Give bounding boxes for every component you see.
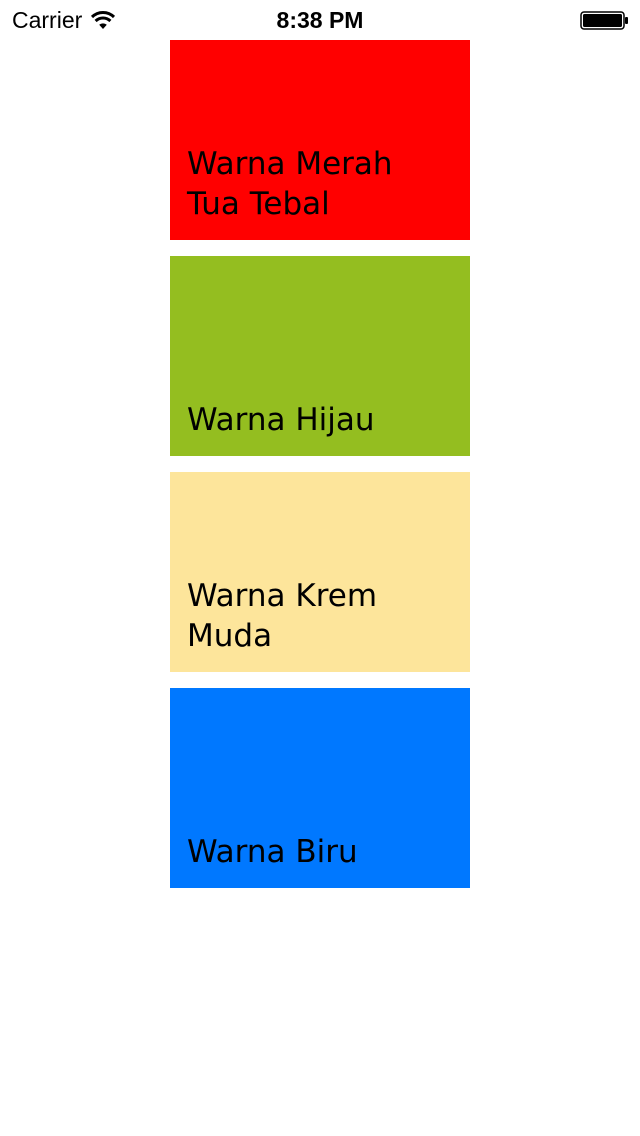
color-card-blue[interactable]: Warna Biru: [170, 688, 470, 888]
color-label: Warna Merah Tua Tebal: [187, 146, 393, 222]
color-card-red[interactable]: Warna Merah Tua Tebal: [170, 40, 470, 240]
battery-icon: [580, 11, 628, 30]
status-time: 8:38 PM: [276, 7, 364, 33]
color-label: Warna Krem Muda: [187, 578, 378, 654]
color-card-green[interactable]: Warna Hijau: [170, 256, 470, 456]
color-label: Warna Hijau: [187, 402, 375, 438]
color-list: Warna Merah Tua Tebal Warna Hijau Warna …: [170, 40, 470, 888]
color-label: Warna Biru: [187, 834, 358, 870]
status-bar: Carrier 8:38 PM: [0, 0, 640, 40]
color-card-cream[interactable]: Warna Krem Muda: [170, 472, 470, 672]
